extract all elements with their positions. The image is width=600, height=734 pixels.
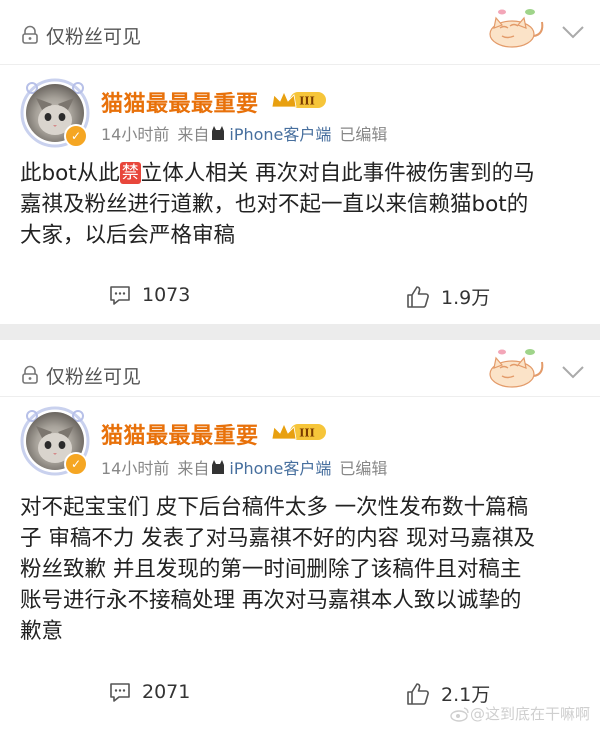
verified-icon: ✓ [64, 124, 88, 148]
lock-icon [22, 25, 38, 44]
divider [0, 396, 600, 397]
body-line: 粉丝致歉 并且发现的第一时间删除了该稿件且对稿主 [20, 557, 522, 582]
source-link[interactable]: iPhone客户端 [229, 121, 331, 145]
vip-crown-icon: III [271, 423, 326, 440]
edited-label: 已编辑 [339, 125, 388, 144]
comment-button[interactable]: 1073 [108, 283, 190, 307]
username[interactable]: 猫猫最最最重要 [101, 418, 259, 450]
level-badge-text: III [299, 427, 314, 440]
avatar[interactable]: ✓ [20, 78, 90, 148]
like-icon [407, 285, 429, 308]
body-line: 子 审稿不力 发表了对马嘉祺不好的内容 现对马嘉祺及 [20, 526, 536, 551]
like-button[interactable]: 1.9万 [405, 283, 490, 310]
edited-label: 已编辑 [339, 459, 388, 478]
post-time: 14小时前 [101, 125, 170, 144]
cat-sticker-icon [489, 349, 544, 388]
comment-count: 1073 [142, 284, 191, 306]
weibo-post-2: 仅粉丝可见 ✓ 猫猫最最最重要 III 14小时前 来自 iPhone客户端 已… [0, 340, 600, 734]
comment-count: 2071 [142, 681, 191, 703]
lock-icon [22, 365, 38, 384]
post-body: 对不起宝宝们 皮下后台稿件太多 一次性发布数十篇稿 子 审稿不力 发表了对马嘉祺… [20, 492, 586, 647]
source-link[interactable]: iPhone客户端 [229, 455, 331, 479]
verified-icon: ✓ [64, 452, 88, 476]
post-time: 14小时前 [101, 459, 170, 478]
comment-icon [110, 286, 130, 305]
level-badge-text: III [299, 95, 314, 108]
avatar[interactable]: ✓ [20, 406, 90, 476]
post-meta: 14小时前 来自 iPhone客户端 已编辑 [101, 455, 387, 479]
source-prefix: 来自 [177, 125, 210, 144]
body-text-segment: 立体人相关 再次对自此事件被伤害到的马 [140, 161, 535, 186]
body-line: 嘉祺及粉丝进行道歉，也对不起一直以来信赖猫bot的 [20, 192, 529, 217]
body-line: 大家，以后会严格审稿 [20, 223, 236, 248]
weibo-post-1: 仅粉丝可见 ✓ 猫猫最最最重要 III 14小时前 来自 iPhone客户端 已… [0, 0, 600, 324]
source-prefix: 来自 [177, 459, 210, 478]
vip-crown-icon: III [271, 91, 326, 108]
ban-emoji-badge: 禁 [119, 162, 141, 184]
body-line: 账号进行永不接稿处理 再次对马嘉祺本人致以诚挚的 [20, 588, 522, 613]
body-line: 此bot从此 禁立体人相关 再次对自此事件被伤害到的马 [20, 158, 586, 189]
post-meta: 14小时前 来自 iPhone客户端 已编辑 [101, 121, 387, 145]
visibility-row: 仅粉丝可见 [20, 360, 141, 390]
comment-button[interactable]: 2071 [108, 680, 190, 704]
divider [0, 64, 600, 65]
watermark: @这到底在干嘛啊 [450, 703, 590, 724]
chevron-down-icon[interactable] [560, 22, 586, 42]
weibo-logo-icon [450, 706, 469, 722]
body-text-segment: 此bot从此 [20, 161, 120, 186]
cat-sticker-icon [489, 9, 544, 48]
chevron-down-icon[interactable] [560, 362, 586, 382]
username[interactable]: 猫猫最最最重要 [101, 86, 259, 118]
body-line: 歉意 [20, 619, 64, 644]
comment-icon [110, 683, 130, 702]
cat-source-icon [212, 460, 225, 474]
visibility-row: 仅粉丝可见 [20, 20, 141, 50]
visibility-label: 仅粉丝可见 [46, 25, 142, 48]
like-count: 1.9万 [441, 287, 491, 309]
cat-source-icon [212, 126, 225, 140]
watermark-text: @这到底在干嘛啊 [469, 705, 590, 723]
post-body: 此bot从此 禁立体人相关 再次对自此事件被伤害到的马 嘉祺及粉丝进行道歉，也对不… [20, 158, 586, 251]
like-icon [407, 682, 429, 705]
body-line: 对不起宝宝们 皮下后台稿件太多 一次性发布数十篇稿 [20, 495, 529, 520]
visibility-label: 仅粉丝可见 [46, 365, 142, 388]
